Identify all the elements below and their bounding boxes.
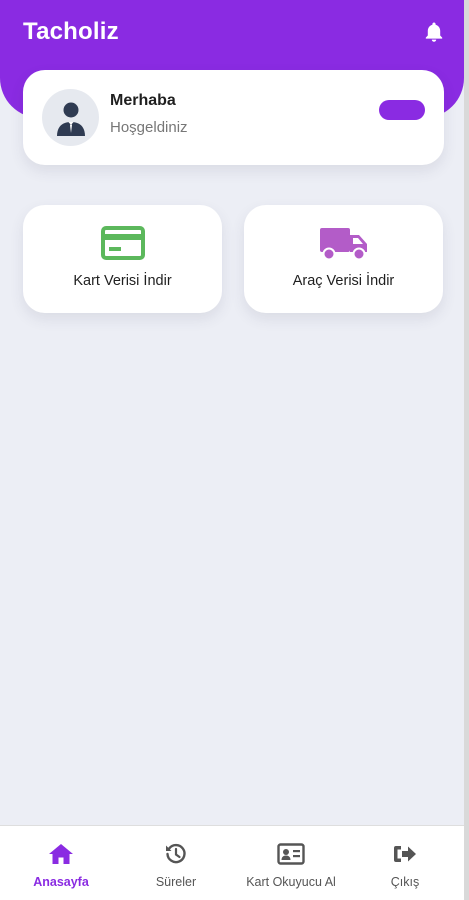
app-title: Tacholiz bbox=[23, 18, 119, 45]
app-screen: Tacholiz Merhaba Hoşgeldiniz Kart Verisi… bbox=[0, 0, 469, 900]
nav-item-durations[interactable]: Süreler bbox=[140, 826, 212, 900]
nav-label-home: Anasayfa bbox=[33, 875, 89, 889]
nav-label-durations: Süreler bbox=[155, 875, 197, 889]
welcome-card: Merhaba Hoşgeldiniz bbox=[23, 70, 444, 165]
download-vehicle-data-label: Araç Verisi İndir bbox=[292, 273, 395, 289]
history-icon bbox=[164, 842, 188, 866]
download-card-data-button[interactable]: Kart Verisi İndir bbox=[23, 205, 222, 313]
nav-item-logout[interactable]: Çıkış bbox=[376, 826, 434, 900]
home-icon bbox=[48, 842, 74, 866]
id-card-icon bbox=[277, 842, 305, 866]
nav-item-home[interactable]: Anasayfa bbox=[22, 826, 100, 900]
bell-icon[interactable] bbox=[422, 20, 446, 44]
truck-icon bbox=[319, 225, 369, 266]
greeting-text: Merhaba bbox=[110, 92, 176, 109]
download-card-data-label: Kart Verisi İndir bbox=[73, 273, 172, 289]
welcome-subtitle: Hoşgeldiniz bbox=[110, 119, 188, 136]
bottom-navigation: Anasayfa Süreler Kart Okuyucu Al Çıkış bbox=[0, 825, 464, 900]
download-vehicle-data-button[interactable]: Araç Verisi İndir bbox=[244, 205, 443, 313]
user-avatar-icon bbox=[42, 89, 99, 146]
nav-item-card-reader[interactable]: Kart Okuyucu Al bbox=[232, 826, 350, 900]
credit-card-icon bbox=[100, 225, 145, 266]
nav-label-logout: Çıkış bbox=[390, 875, 420, 889]
nav-label-card-reader: Kart Okuyucu Al bbox=[246, 875, 336, 889]
logout-icon bbox=[392, 842, 418, 866]
status-pill-button[interactable] bbox=[379, 100, 425, 120]
